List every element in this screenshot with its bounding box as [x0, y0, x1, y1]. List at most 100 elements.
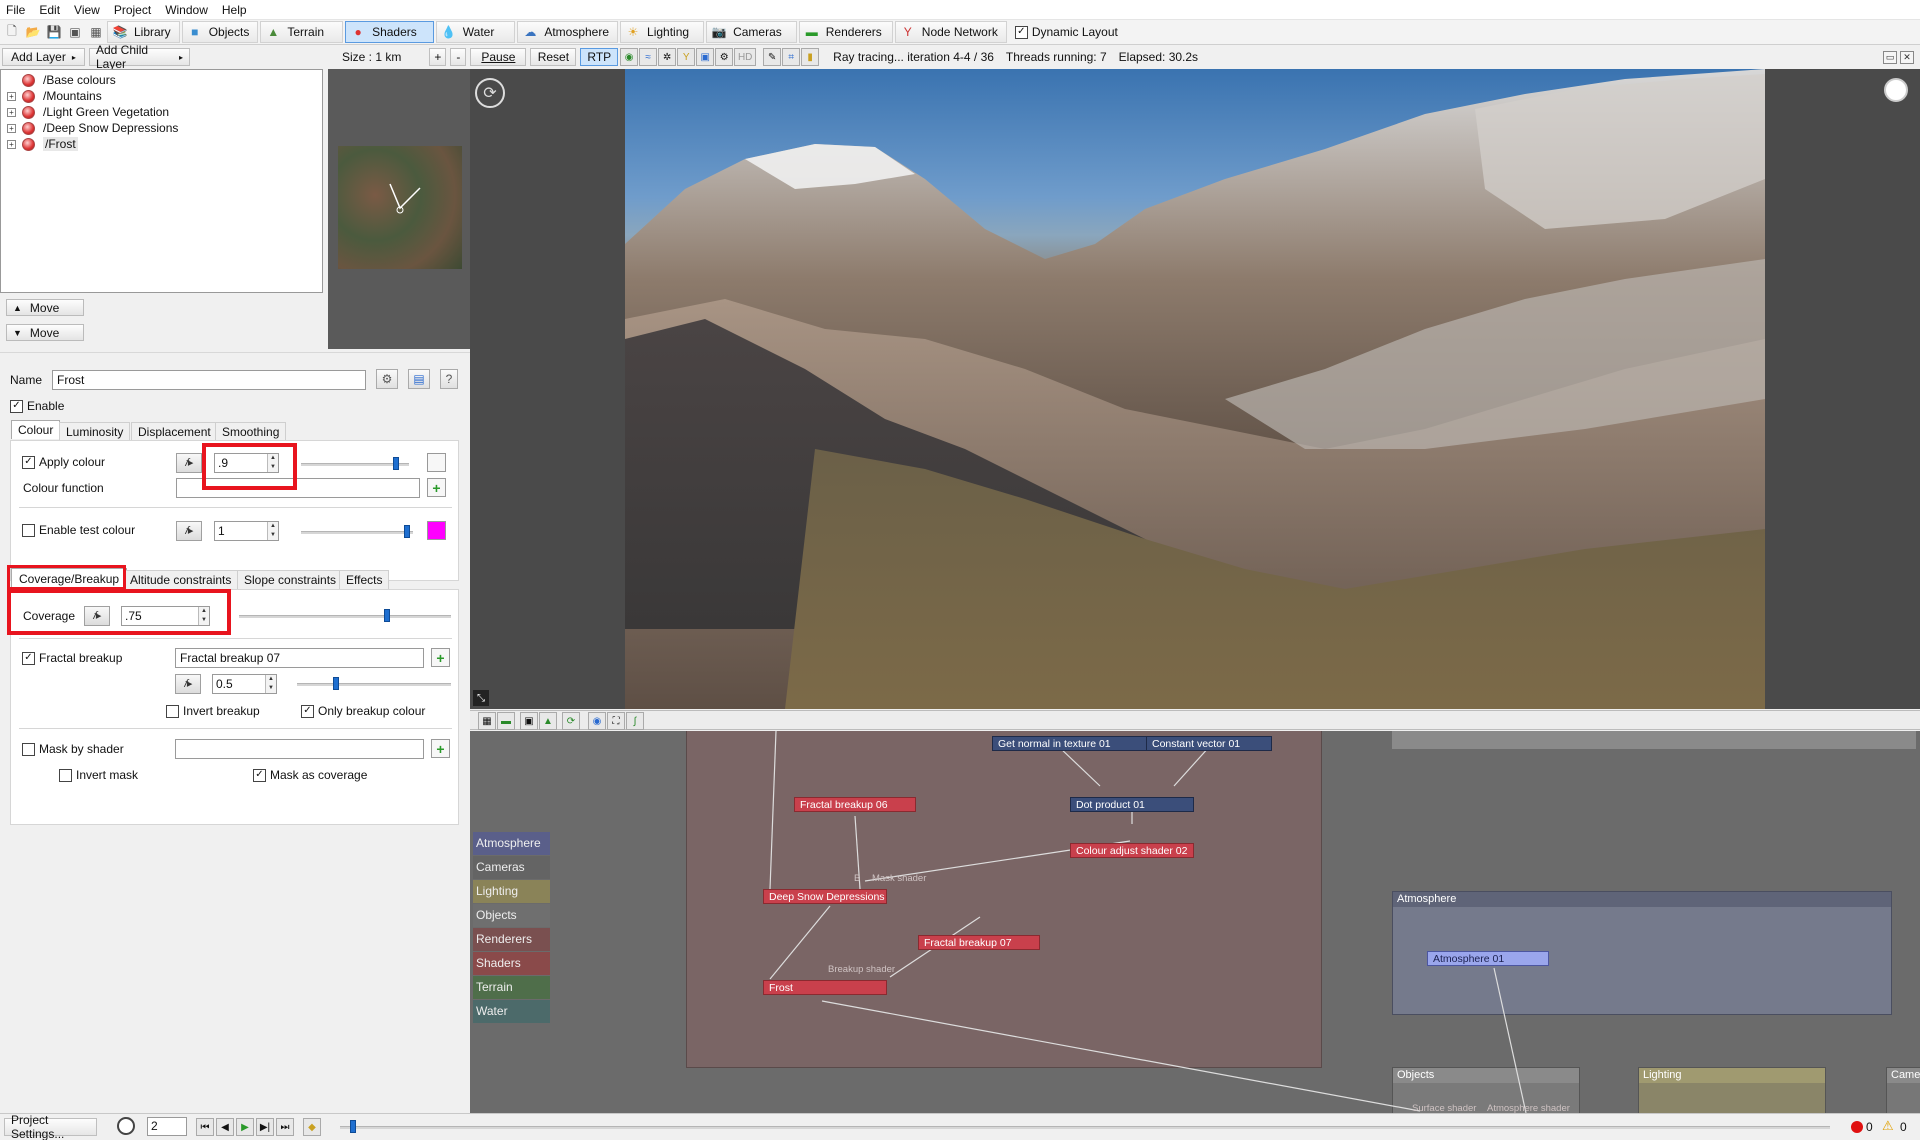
- menu-file[interactable]: File: [6, 3, 25, 17]
- timeline-thumb[interactable]: [350, 1120, 356, 1133]
- node-fractal-breakup-07[interactable]: Fractal breakup 07: [918, 935, 1040, 950]
- spinner-arrows-icon[interactable]: ▲ ▼: [267, 522, 278, 540]
- node-deep-snow-depressions[interactable]: Deep Snow Depressions: [763, 889, 887, 904]
- rtp-button[interactable]: RTP: [580, 48, 619, 66]
- category-cameras[interactable]: Cameras: [473, 856, 550, 879]
- gear-icon[interactable]: ⚙: [376, 369, 398, 389]
- render-preview-image[interactable]: [625, 69, 1765, 709]
- help-icon[interactable]: ?: [440, 369, 458, 389]
- spinner-arrows-icon[interactable]: ▲ ▼: [265, 675, 276, 693]
- navigation-gizmo-icon[interactable]: ⟳: [475, 78, 505, 108]
- renderers-button[interactable]: ▬ Renderers: [798, 21, 893, 43]
- category-objects[interactable]: Objects: [473, 904, 550, 927]
- breakup-slider-thumb[interactable]: [333, 677, 339, 690]
- node-dot-product[interactable]: Dot product 01: [1070, 797, 1194, 812]
- tab-smoothing[interactable]: Smoothing: [215, 422, 287, 441]
- tab-effects[interactable]: Effects: [339, 570, 390, 589]
- node-atmosphere-01[interactable]: Atmosphere 01: [1427, 951, 1549, 966]
- sun-position-icon[interactable]: [1884, 78, 1908, 102]
- layer-item[interactable]: /Base colours: [1, 72, 322, 88]
- terrain-button[interactable]: ▲ Terrain: [260, 21, 344, 43]
- tab-slope-constraints[interactable]: Slope constraints: [237, 570, 344, 589]
- colour-swatch-white[interactable]: [427, 453, 446, 472]
- tab-altitude-constraints[interactable]: Altitude constraints: [123, 570, 239, 589]
- last-frame-icon[interactable]: ⏭: [276, 1118, 294, 1136]
- enable-test-colour-checkbox[interactable]: Enable test colour: [22, 523, 135, 537]
- move-up-button[interactable]: ▲ Move: [6, 299, 84, 316]
- save-icon[interactable]: 💾: [44, 22, 64, 42]
- crop-icon[interactable]: ⌗: [782, 48, 801, 66]
- expand-icon[interactable]: +: [7, 123, 16, 133]
- node-fractal-breakup-06[interactable]: Fractal breakup 06: [794, 797, 916, 812]
- layer-item[interactable]: +/Light Green Vegetation: [1, 104, 322, 120]
- test-colour-value-input[interactable]: 1 ▲ ▼: [214, 521, 279, 541]
- terrain-view-icon[interactable]: ▲: [539, 712, 557, 730]
- menu-window[interactable]: Window: [165, 3, 208, 17]
- expand-icon[interactable]: +: [7, 139, 16, 149]
- water-preview-icon[interactable]: ▣: [696, 48, 715, 66]
- invert-breakup-checkbox[interactable]: Invert breakup: [166, 704, 260, 718]
- window-icon[interactable]: ▤: [408, 369, 430, 389]
- layer-item[interactable]: +/Deep Snow Depressions: [1, 120, 322, 136]
- menu-view[interactable]: View: [74, 3, 100, 17]
- menu-edit[interactable]: Edit: [39, 3, 60, 17]
- node-frost[interactable]: Frost: [763, 980, 887, 995]
- add-layer-button[interactable]: Add Layer ▸: [2, 48, 85, 66]
- library-button[interactable]: 📚 Library: [107, 21, 180, 43]
- keyframe-icon[interactable]: ◆: [303, 1118, 321, 1136]
- save-as-icon[interactable]: ▣: [65, 22, 85, 42]
- add-child-layer-button[interactable]: Add Child Layer ▸: [89, 43, 190, 71]
- atmosphere-button[interactable]: ☁ Atmosphere: [517, 21, 619, 43]
- objects-button[interactable]: ■ Objects: [181, 21, 259, 43]
- fractal-breakup-field[interactable]: Fractal breakup 07: [175, 648, 424, 668]
- refresh-icon[interactable]: ⟳: [562, 712, 580, 730]
- name-field[interactable]: Frost: [52, 370, 366, 390]
- enable-checkbox[interactable]: ✓ Enable: [10, 399, 64, 413]
- expand-icon[interactable]: +: [7, 91, 16, 101]
- category-lighting[interactable]: Lighting: [473, 880, 550, 903]
- breakup-value-input[interactable]: 0.5 ▲ ▼: [212, 674, 277, 694]
- invert-mask-checkbox[interactable]: Invert mask: [59, 768, 138, 782]
- first-frame-icon[interactable]: ⏮: [196, 1118, 214, 1136]
- test-colour-slider-thumb[interactable]: [404, 525, 410, 538]
- node-network-panel[interactable]: Atmosphere Objects Lighting Came Get nor…: [470, 731, 1920, 1113]
- node-get-normal[interactable]: Get normal in texture 01: [992, 736, 1150, 751]
- pause-button[interactable]: Pause: [470, 48, 527, 66]
- expand-viewport-icon[interactable]: ⤡: [473, 690, 489, 706]
- add-function-icon[interactable]: +: [431, 739, 450, 758]
- project-settings-button[interactable]: Project Settings...: [4, 1113, 97, 1140]
- fit-view-icon[interactable]: ⛶: [607, 712, 625, 730]
- camera-view-icon[interactable]: ▣: [520, 712, 538, 730]
- zoom-in-button[interactable]: +: [429, 48, 447, 66]
- lighting-button[interactable]: ☀ Lighting: [620, 21, 705, 43]
- add-function-icon[interactable]: +: [427, 478, 446, 497]
- move-down-button[interactable]: ▼ Move: [6, 324, 84, 341]
- terrain-preview-icon[interactable]: ≈: [639, 48, 658, 66]
- tab-luminosity[interactable]: Luminosity: [59, 422, 131, 441]
- add-node-icon[interactable]: ▦: [478, 712, 496, 730]
- category-terrain[interactable]: Terrain: [473, 976, 550, 999]
- cameras-button[interactable]: 📷 Cameras: [706, 21, 797, 43]
- colour-swatch-magenta[interactable]: [427, 521, 446, 540]
- lock-icon[interactable]: ▮: [801, 48, 820, 66]
- tab-colour[interactable]: Colour: [11, 420, 61, 439]
- mask-as-coverage-checkbox[interactable]: ✓ Mask as coverage: [253, 768, 367, 782]
- shaders-button[interactable]: ● Shaders: [345, 21, 434, 43]
- eye-icon[interactable]: ◉: [588, 712, 606, 730]
- hd-button[interactable]: HD: [734, 48, 757, 66]
- only-breakup-colour-checkbox[interactable]: ✓ Only breakup colour: [301, 704, 425, 718]
- open-folder-icon[interactable]: 📂: [23, 22, 43, 42]
- apply-colour-checkbox[interactable]: ✓ Apply colour: [22, 455, 105, 469]
- category-atmosphere[interactable]: Atmosphere: [473, 832, 550, 855]
- detail-icon[interactable]: ✲: [658, 48, 677, 66]
- mask-by-shader-checkbox[interactable]: Mask by shader: [22, 742, 124, 756]
- add-function-icon[interactable]: +: [431, 648, 450, 667]
- frame-input[interactable]: 2: [147, 1117, 187, 1136]
- node-colour-adjust-shader[interactable]: Colour adjust shader 02: [1070, 843, 1194, 858]
- breakup-slider-track[interactable]: [297, 683, 451, 686]
- terrain-minimap[interactable]: [338, 146, 462, 269]
- render-icon[interactable]: ▬: [497, 712, 515, 730]
- menu-project[interactable]: Project: [114, 3, 151, 17]
- zoom-out-button[interactable]: -: [450, 48, 467, 66]
- category-renderers[interactable]: Renderers: [473, 928, 550, 951]
